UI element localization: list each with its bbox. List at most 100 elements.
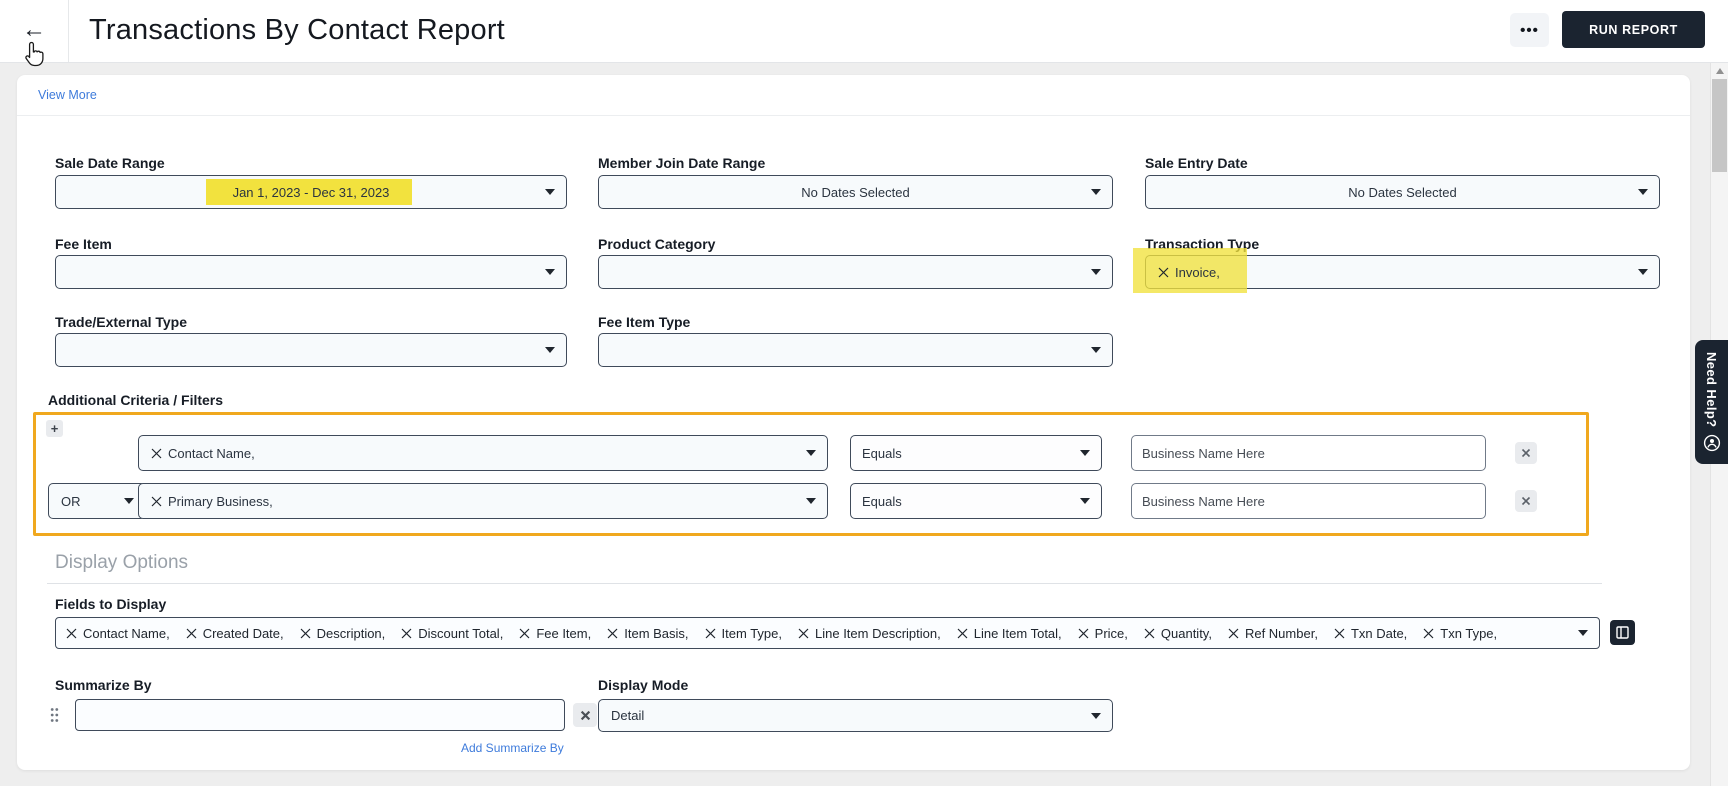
remove-chip-icon[interactable] [300, 628, 311, 639]
field-chip[interactable]: Contact Name, [66, 626, 170, 641]
criteria-field-chip[interactable]: Contact Name, [139, 446, 255, 461]
field-chip[interactable]: Discount Total, [401, 626, 503, 641]
chevron-down-icon [1080, 450, 1090, 456]
criteria-field-chip[interactable]: Primary Business, [139, 494, 273, 509]
run-report-button[interactable]: RUN REPORT [1562, 11, 1705, 48]
column-settings-button[interactable] [1610, 620, 1635, 645]
summarize-by-label: Summarize By [55, 677, 152, 693]
criteria-value-input[interactable] [1131, 483, 1486, 519]
need-help-label: Need Help? [1704, 351, 1719, 428]
field-chip-label: Line Item Description, [815, 625, 941, 641]
display-mode-label: Display Mode [598, 677, 689, 693]
divider [47, 583, 1602, 584]
close-icon [1521, 496, 1531, 506]
display-mode-select[interactable]: Detail [598, 699, 1113, 732]
chevron-down-icon [1080, 498, 1090, 504]
back-button[interactable]: ← [0, 0, 69, 62]
remove-chip-icon[interactable] [957, 628, 968, 639]
field-chip[interactable]: Item Basis, [607, 626, 689, 641]
criteria-comparison-select[interactable]: Equals [850, 435, 1102, 471]
field-chip[interactable]: Fee Item, [519, 626, 591, 641]
sale-entry-date-label: Sale Entry Date [1145, 155, 1248, 171]
criteria-operator-select[interactable]: OR [48, 483, 146, 519]
field-chip[interactable]: Description, [300, 626, 385, 641]
transaction-type-chip-label: Invoice, [1175, 264, 1220, 280]
remove-chip-icon[interactable] [1423, 628, 1434, 639]
product-category-label: Product Category [598, 236, 716, 252]
chevron-down-icon [1638, 269, 1648, 275]
sale-date-range-select[interactable]: Jan 1, 2023 - Dec 31, 2023 [55, 175, 567, 209]
field-chip[interactable]: Txn Date, [1334, 626, 1407, 641]
report-settings-card: View More Sale Date Range Jan 1, 2023 - … [17, 75, 1690, 770]
chevron-down-icon [545, 347, 555, 353]
criteria-comparison-value: Equals [862, 493, 902, 509]
field-chip[interactable]: Line Item Total, [957, 626, 1062, 641]
remove-criteria-row-button[interactable] [1515, 490, 1537, 512]
criteria-field-select[interactable]: Contact Name, [138, 435, 828, 471]
field-chip-label: Txn Date, [1350, 625, 1408, 641]
criteria-field-chip-label: Contact Name, [168, 445, 255, 461]
fee-item-type-select[interactable] [598, 333, 1113, 367]
more-options-button[interactable]: ••• [1510, 13, 1549, 47]
remove-chip-icon[interactable] [705, 628, 716, 639]
view-more-link[interactable]: View More [38, 88, 97, 102]
summarize-by-input[interactable] [75, 699, 565, 731]
remove-chip-icon[interactable] [519, 628, 530, 639]
field-chip-label: Contact Name, [83, 625, 170, 641]
remove-chip-icon[interactable] [607, 628, 618, 639]
chevron-down-icon [545, 269, 555, 275]
criteria-comparison-select[interactable]: Equals [850, 483, 1102, 519]
field-chip[interactable]: Txn Type, [1423, 626, 1497, 641]
criteria-field-chip-label: Primary Business, [168, 493, 273, 509]
criteria-value-input[interactable] [1131, 435, 1486, 471]
remove-chip-icon[interactable] [66, 628, 77, 639]
chevron-down-icon [545, 189, 555, 195]
member-join-date-range-select[interactable]: No Dates Selected [598, 175, 1113, 209]
remove-chip-icon[interactable] [1078, 628, 1089, 639]
drag-handle-icon[interactable] [50, 707, 59, 728]
need-help-tab[interactable]: Need Help? [1695, 340, 1728, 464]
divider [17, 115, 1690, 116]
field-chip[interactable]: Price, [1078, 626, 1128, 641]
chevron-down-icon [806, 498, 816, 504]
field-chip[interactable]: Ref Number, [1228, 626, 1318, 641]
product-category-select[interactable] [598, 255, 1113, 289]
remove-chip-icon[interactable] [798, 628, 809, 639]
scroll-up-arrow-icon[interactable] [1711, 64, 1728, 78]
chevron-down-icon [1578, 630, 1588, 636]
remove-chip-icon[interactable] [1334, 628, 1345, 639]
trade-external-type-select[interactable] [55, 333, 567, 367]
field-chip[interactable]: Line Item Description, [798, 626, 941, 641]
scrollbar-thumb[interactable] [1712, 79, 1727, 172]
sale-date-range-value: Jan 1, 2023 - Dec 31, 2023 [232, 184, 390, 200]
clear-summarize-button[interactable] [573, 703, 597, 727]
remove-chip-icon[interactable] [151, 496, 162, 507]
add-criteria-button[interactable]: + [46, 420, 63, 437]
page-title: Transactions By Contact Report [89, 14, 505, 46]
transaction-type-chip[interactable]: Invoice, [1146, 265, 1220, 280]
remove-chip-icon[interactable] [1158, 267, 1169, 278]
remove-criteria-row-button[interactable] [1515, 442, 1537, 464]
remove-chip-icon[interactable] [186, 628, 197, 639]
field-chip-label: Fee Item, [536, 625, 592, 641]
criteria-comparison-value: Equals [862, 445, 902, 461]
remove-chip-icon[interactable] [401, 628, 412, 639]
remove-chip-icon[interactable] [1228, 628, 1239, 639]
chevron-down-icon [1091, 269, 1101, 275]
remove-chip-icon[interactable] [151, 448, 162, 459]
chevron-down-icon [1638, 189, 1648, 195]
add-summarize-by-link[interactable]: Add Summarize By [461, 741, 564, 755]
criteria-field-select[interactable]: Primary Business, [138, 483, 828, 519]
support-person-icon [1703, 434, 1721, 452]
back-arrow-icon: ← [22, 16, 46, 43]
field-chip[interactable]: Item Type, [705, 626, 782, 641]
fee-item-select[interactable] [55, 255, 567, 289]
sale-entry-date-select[interactable]: No Dates Selected [1145, 175, 1660, 209]
field-chip[interactable]: Created Date, [186, 626, 284, 641]
field-chip-label: Ref Number, [1244, 625, 1318, 641]
transaction-type-select[interactable]: Invoice, [1145, 255, 1660, 289]
remove-chip-icon[interactable] [1144, 628, 1155, 639]
field-chip[interactable]: Quantity, [1144, 626, 1212, 641]
fields-to-display-select[interactable]: Contact Name, Created Date, Description,… [55, 617, 1600, 649]
display-mode-value: Detail [611, 708, 645, 723]
